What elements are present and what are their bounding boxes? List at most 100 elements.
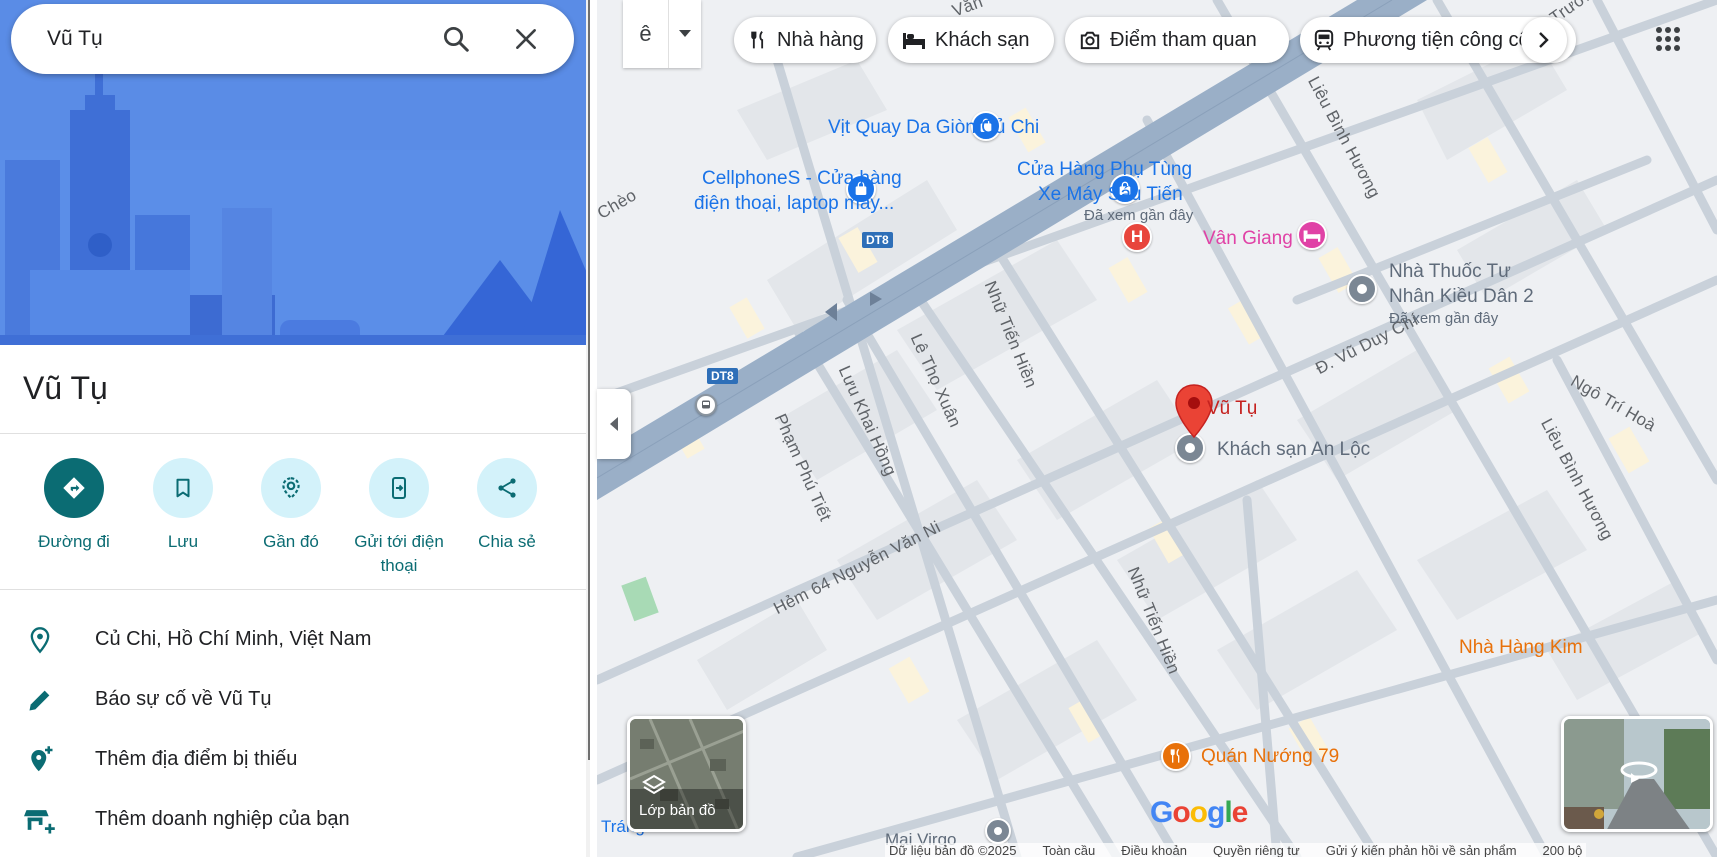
poi-label[interactable]: Nhà Hàng Kim [1459,636,1583,659]
panel-scrollbar[interactable] [588,0,590,760]
save-icon-circle [153,458,213,518]
input-tool-dropdown[interactable] [669,0,701,68]
save-label: Lưu [167,532,199,551]
pencil-icon [24,684,56,716]
caret-left-icon [610,417,618,431]
chips-next-button[interactable] [1521,17,1567,63]
send-to-phone-label: Gửi tới điện thoại [354,532,444,575]
bed-icon [1303,230,1321,242]
nearby-icon-circle [261,458,321,518]
poi-label[interactable]: Vịt Quay Da Giòn Củ Chi [828,116,1039,139]
directions-button[interactable]: Đường đi [19,458,129,554]
terms-link[interactable]: Điều khoản [1121,843,1187,857]
address-text: Củ Chi, Hồ Chí Minh, Việt Nam [95,628,372,650]
dot-icon [1185,443,1195,453]
poi-label[interactable]: Nhà Thuốc Tư [1389,260,1511,283]
chip-label: Nhà hàng [777,28,864,51]
report-issue-row[interactable]: Báo sự cố về Vũ Tụ [0,674,590,726]
send-to-phone-icon-circle [369,458,429,518]
poi-label[interactable]: Khách sạn An Lộc [1217,438,1370,461]
nearby-label: Gần đó [263,532,319,551]
scale-label[interactable]: 200 bộ [1543,843,1583,857]
divider [0,589,590,590]
feedback-link[interactable]: Gửi ý kiến phản hồi về sản phẩm [1326,843,1517,857]
poi-label[interactable]: Xe Máy Sáu Tiến [1038,183,1183,206]
chip-label: Khách sạn [935,28,1030,51]
report-issue-text: Báo sự cố về Vũ Tụ [95,688,272,710]
nearby-search-icon [282,477,300,500]
google-apps-button[interactable] [1643,14,1693,64]
hospital-poi-pin[interactable]: H [1122,222,1152,252]
chip-hotels[interactable]: Khách sạn [888,17,1054,63]
bus-icon [702,400,710,409]
hospital-icon: H [1130,227,1144,246]
poi-label[interactable]: CellphoneS - Cửa hàng [702,167,902,190]
global-link[interactable]: Toàn cầu [1042,843,1095,857]
chevron-right-icon [1539,32,1549,48]
chip-label: Điểm tham quan [1110,28,1257,51]
poi-label[interactable]: Nhân Kiều Dân 2 [1389,285,1534,308]
apps-grid-icon [1656,27,1680,51]
dot-icon [1357,284,1367,294]
add-missing-place-text: Thêm địa điểm bị thiếu [95,748,298,770]
map-canvas[interactable]: DT8 DT8 Chèo Văn Trường Liêu Bình Hương … [597,0,1717,857]
poi-label[interactable]: Cửa Hàng Phụ Tùng [1017,158,1192,181]
search-box [11,4,574,74]
generic-poi-pin[interactable] [985,818,1011,844]
search-button[interactable] [437,20,475,58]
generic-poi-pin[interactable] [1347,274,1377,304]
share-label: Chia sẻ [478,532,536,551]
divider [0,433,590,434]
street-view-button[interactable] [1561,716,1713,832]
camera-icon [1080,31,1100,50]
road-shield-dt8: DT8 [707,368,738,384]
directions-icon-circle [44,458,104,518]
location-pin-icon [24,624,56,656]
share-icon-circle [477,458,537,518]
address-row[interactable]: Củ Chi, Hồ Chí Minh, Việt Nam [0,614,590,666]
clear-search-button[interactable] [507,20,545,58]
privacy-link[interactable]: Quyền riêng tư [1213,843,1300,857]
layers-icon [642,774,666,795]
directions-icon [63,477,85,499]
add-missing-place-row[interactable]: Thêm địa điểm bị thiếu [0,734,590,786]
place-title: Vũ Tụ [23,370,108,406]
close-icon [516,29,536,49]
map-layers-button[interactable]: Lớp bản đồ [627,716,746,832]
share-button[interactable]: Chia sẻ [452,458,562,554]
google-logo: Google [1150,796,1248,829]
poi-label[interactable]: Quán Nướng 79 [1201,745,1339,768]
dot-icon [994,827,1002,835]
recently-viewed-label: Đã xem gần đây [1389,310,1499,327]
nearby-button[interactable]: Gần đó [236,458,346,554]
selected-place-label[interactable]: Vũ Tụ [1207,397,1257,420]
directions-label: Đường đi [38,532,110,551]
add-business-text: Thêm doanh nghiệp của bạn [95,808,350,830]
share-icon [498,478,516,498]
bus-stop-pin[interactable] [695,394,717,416]
rotate-360-icon [1620,761,1658,783]
chip-restaurants[interactable]: Nhà hàng [734,17,876,63]
save-button[interactable]: Lưu [128,458,238,554]
layers-label: Lớp bản đồ [639,802,716,819]
input-tool-button[interactable]: ê [623,0,669,68]
search-icon [444,27,469,52]
add-business-icon [24,804,56,836]
add-business-row[interactable]: Thêm doanh nghiệp của bạn [0,794,590,846]
send-to-phone-button[interactable]: Gửi tới điện thoại [344,458,454,578]
chip-attractions[interactable]: Điểm tham quan [1065,17,1289,63]
fork-knife-icon [1170,748,1180,763]
add-location-icon [24,744,56,776]
transit-icon [1314,29,1334,51]
place-panel: Vũ Tụ Đường đi Lưu Gần đó [0,0,590,857]
send-to-phone-icon [392,477,406,499]
recently-viewed-label: Đã xem gần đây [1084,207,1194,224]
hotel-icon [903,33,925,49]
poi-label[interactable]: điện thoại, laptop máy... [694,192,894,215]
collapse-panel-button[interactable] [597,389,631,459]
search-input[interactable] [47,22,407,56]
hotel-poi-pin[interactable] [1297,220,1327,250]
restaurant-poi-pin[interactable] [1161,741,1191,771]
bookmark-icon [176,478,190,498]
poi-label[interactable]: Vân Giang [1203,227,1293,250]
